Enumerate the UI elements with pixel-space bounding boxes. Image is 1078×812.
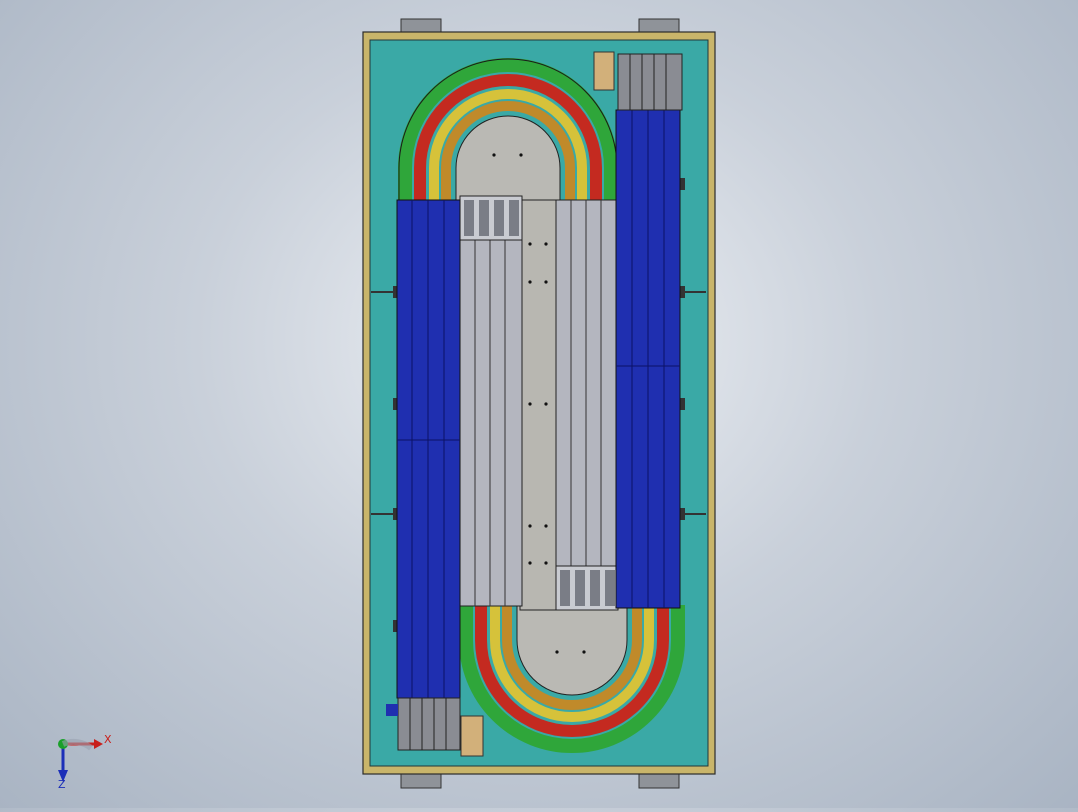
- central-plate: [519, 199, 557, 611]
- right-blue-module: [615, 109, 681, 609]
- assembly-drawing: [58, 18, 716, 789]
- right-rail-group: [555, 199, 619, 611]
- left-rail-group: [459, 195, 523, 607]
- left-blue-module: [396, 199, 461, 699]
- x-axis-label: X: [104, 733, 112, 746]
- z-axis-label: Z: [58, 778, 66, 791]
- cad-graphics-viewport[interactable]: X Z: [0, 0, 1078, 808]
- orientation-triad[interactable]: [58, 738, 103, 782]
